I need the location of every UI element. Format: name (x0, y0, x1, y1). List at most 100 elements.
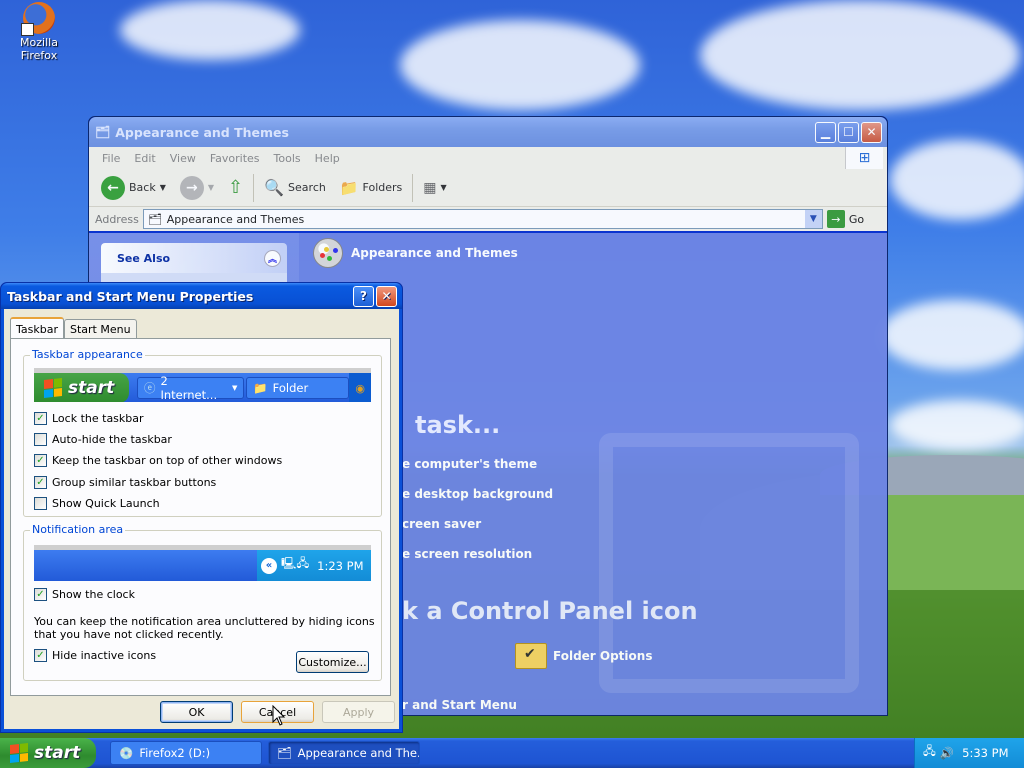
explorer-title: Appearance and Themes (115, 124, 289, 140)
menu-favorites[interactable]: Favorites (203, 152, 267, 165)
tab-start-menu[interactable]: Start Menu (64, 319, 137, 339)
preview-task-button: ⓔ 2 Internet... ▼ (136, 374, 245, 402)
folder-options-link[interactable]: Folder Options (515, 643, 652, 669)
notification-preview: « 🖳🖧 1:23 PM (34, 545, 371, 581)
search-label: Search (288, 181, 326, 194)
checkbox-box[interactable] (34, 433, 47, 446)
menu-file[interactable]: File (95, 152, 127, 165)
task-link-resolution[interactable]: e screen resolution (402, 547, 532, 561)
maximize-button[interactable]: ☐ (838, 121, 859, 143)
taskbar-preview: start ⓔ 2 Internet... ▼ 📁 Folder ◉ (34, 368, 371, 402)
apply-button[interactable]: Apply (322, 701, 395, 723)
dialog-close-button[interactable]: ✕ (376, 285, 397, 307)
help-button[interactable]: ? (353, 285, 374, 307)
checkbox-label: Auto-hide the taskbar (52, 433, 172, 446)
volume-icon[interactable]: 🔊 (940, 746, 954, 760)
folders-icon: 📁 (339, 178, 359, 197)
taskbar-button-firefox[interactable]: 💿 Firefox2 (D:) (110, 741, 262, 765)
windows-logo-icon: ⊞ (845, 147, 883, 169)
folder-icon: 🗂 (95, 125, 111, 139)
group-buttons-checkbox[interactable]: ✓ Group similar taskbar buttons (34, 476, 216, 489)
toolbar-separator (253, 173, 255, 202)
checkbox-label: Show Quick Launch (52, 497, 160, 510)
start-button[interactable]: start (0, 738, 96, 768)
folders-label: Folders (362, 181, 403, 194)
keep-on-top-checkbox[interactable]: ✓ Keep the taskbar on top of other windo… (34, 454, 282, 467)
ok-button[interactable]: OK (160, 701, 233, 723)
views-icon: ▦ (423, 179, 437, 196)
task-link-background[interactable]: e desktop background (402, 487, 553, 501)
address-dropdown-icon[interactable]: ▼ (804, 210, 822, 228)
forward-button[interactable]: → ▼ (176, 174, 218, 202)
pick-icon-heading: k a Control Panel icon (402, 597, 698, 625)
taskbar-tab-page: Taskbar appearance start ⓔ 2 Internet...… (10, 338, 391, 696)
back-dropdown-icon[interactable]: ▼ (160, 183, 166, 192)
windows-flag-icon (44, 378, 62, 398)
menu-tools[interactable]: Tools (267, 152, 308, 165)
checkbox-box[interactable]: ✓ (34, 412, 47, 425)
notification-description: You can keep the notification area unclu… (34, 615, 375, 641)
checkbox-box[interactable] (34, 497, 47, 510)
customize-button[interactable]: Customize... (296, 651, 369, 673)
dialog-title: Taskbar and Start Menu Properties (7, 288, 254, 304)
taskbar-start-menu-link[interactable]: r and Start Menu (402, 698, 517, 712)
go-button[interactable]: → Go (826, 210, 865, 228)
checkbox-box[interactable]: ✓ (34, 454, 47, 467)
task-link-screensaver[interactable]: creen saver (402, 517, 481, 531)
desktop-icon-firefox[interactable]: Mozilla Firefox (4, 2, 74, 62)
network-icon[interactable]: 🖧 (923, 744, 936, 763)
collapse-chevron-icon[interactable]: ︽ (264, 249, 281, 267)
views-button[interactable]: ▦ ▼ (419, 178, 450, 198)
address-label: Address (95, 212, 139, 226)
taskbar-button-appearance[interactable]: 🗂 Appearance and The... (268, 741, 420, 765)
pick-task-heading: task... (415, 411, 501, 439)
start-label: start (34, 743, 81, 763)
address-value: Appearance and Themes (166, 212, 305, 226)
tab-taskbar[interactable]: Taskbar (10, 317, 64, 339)
control-panel-icon: 🗂 (277, 746, 292, 760)
desktop: Mozilla Firefox 🗂 Appearance and Themes … (0, 0, 1024, 768)
see-also-header[interactable]: See Also ︽ (101, 243, 287, 273)
forward-dropdown-icon[interactable]: ▼ (208, 183, 214, 192)
task-link-theme[interactable]: e computer's theme (402, 457, 537, 471)
back-button[interactable]: ← Back ▼ (97, 174, 170, 202)
menu-help[interactable]: Help (308, 152, 347, 165)
go-label: Go (848, 212, 865, 226)
taskbar-button-label: Firefox2 (D:) (139, 746, 211, 760)
desktop-icon-label: Mozilla Firefox (20, 36, 58, 62)
address-bar: Address 🗂 Appearance and Themes ▼ → Go (89, 207, 887, 231)
checkbox-box[interactable]: ✓ (34, 476, 47, 489)
menu-edit[interactable]: Edit (127, 152, 162, 165)
up-folder-icon: ⇧ (228, 177, 244, 198)
taskbar-properties-dialog[interactable]: Taskbar and Start Menu Properties ? ✕ Ta… (0, 282, 403, 733)
taskbar-appearance-group: Taskbar appearance start ⓔ 2 Internet...… (23, 348, 382, 517)
up-folder-button[interactable]: ⇧ (224, 175, 247, 200)
explorer-titlebar[interactable]: 🗂 Appearance and Themes ▁ ☐ ✕ (89, 117, 887, 147)
show-clock-checkbox[interactable]: ✓ Show the clock (34, 588, 135, 601)
address-field[interactable]: 🗂 Appearance and Themes ▼ (142, 209, 823, 229)
lock-taskbar-checkbox[interactable]: ✓ Lock the taskbar (34, 412, 144, 425)
close-button[interactable]: ✕ (861, 121, 882, 143)
dialog-titlebar[interactable]: Taskbar and Start Menu Properties ? ✕ (1, 283, 402, 309)
ie-icon: ⓔ (143, 381, 156, 395)
checkbox-label: Hide inactive icons (52, 649, 157, 662)
hide-inactive-checkbox[interactable]: ✓ Hide inactive icons (34, 649, 156, 662)
mouse-cursor-icon (272, 705, 286, 726)
taskbar-button-label: Appearance and The... (297, 746, 420, 760)
checkbox-box[interactable]: ✓ (34, 649, 47, 662)
search-button[interactable]: 🔍 Search (260, 176, 330, 199)
palette-icon (313, 238, 343, 268)
menu-view[interactable]: View (163, 152, 203, 165)
expand-chevron-icon: « (261, 557, 277, 574)
drive-icon: 💿 (119, 746, 134, 760)
tab-strip: Taskbar Start Menu (10, 317, 137, 339)
minimize-button[interactable]: ▁ (815, 121, 836, 143)
auto-hide-checkbox[interactable]: Auto-hide the taskbar (34, 433, 172, 446)
system-tray: 🖧 🔊 5:33 PM (914, 738, 1024, 768)
clock[interactable]: 5:33 PM (962, 746, 1008, 760)
views-dropdown-icon: ▼ (440, 183, 447, 192)
checkbox-box[interactable]: ✓ (34, 588, 47, 601)
folders-button[interactable]: 📁 Folders (336, 177, 406, 199)
quick-launch-checkbox[interactable]: Show Quick Launch (34, 497, 160, 510)
preview-folder-label: Folder (272, 381, 309, 395)
